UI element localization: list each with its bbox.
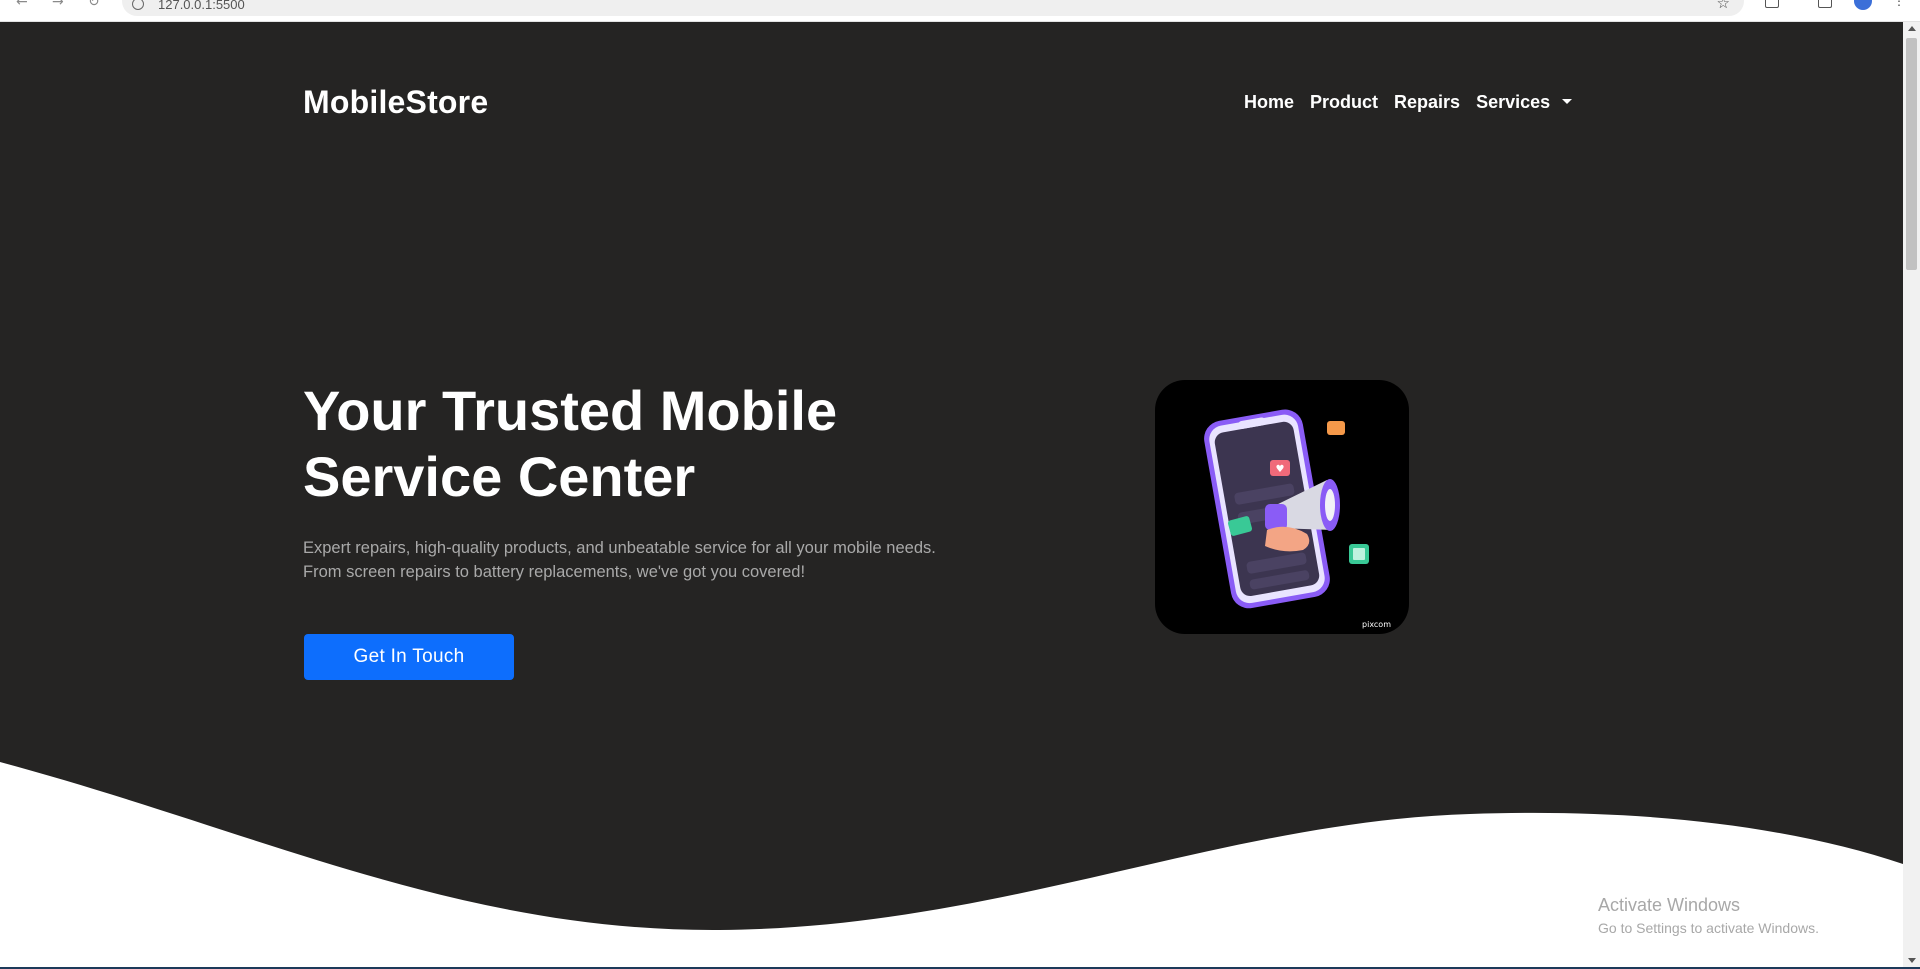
nav-link-home[interactable]: Home [1236,87,1302,117]
illustration-graphic: ♥ pixcom [1204,409,1391,629]
page-scrollbar[interactable] [1903,22,1920,967]
chevron-down-icon [1562,98,1573,104]
page-viewport: MobileStore Home Product Repairs Service… [0,22,1903,967]
phone-megaphone-illustration: ♥ pixcom [1155,380,1409,634]
nav-link-repairs[interactable]: Repairs [1386,87,1468,117]
address-bar[interactable]: 127.0.0.1:5500 ☆ [122,0,1744,16]
hero-subtext: Expert repairs, high-quality products, a… [303,539,936,581]
brand-logo-link[interactable]: MobileStore [303,84,488,121]
scroll-up-icon[interactable] [1908,26,1916,31]
bookmark-star-icon[interactable]: ☆ [1717,0,1730,12]
back-icon[interactable]: ← [16,0,28,10]
hero-wave-divider [0,762,1903,967]
scrollbar-thumb[interactable] [1906,38,1917,270]
nav-link-product[interactable]: Product [1302,87,1386,117]
hero-headline: Your Trusted Mobile Service Center [303,379,838,508]
profile-avatar[interactable] [1854,0,1872,10]
illustration-watermark: pixcom [1362,620,1391,629]
get-in-touch-button[interactable]: Get In Touch [304,634,514,680]
svg-text:♥: ♥ [1276,464,1285,475]
extensions-icon[interactable] [1765,0,1779,8]
scroll-down-icon[interactable] [1908,958,1916,963]
nav-dropdown-services-label: Services [1476,92,1551,112]
browser-toolbar: ← → ↻ 127.0.0.1:5500 ☆ ⋮ [0,0,1920,22]
reload-icon[interactable]: ↻ [88,0,100,10]
main-nav: Home Product Repairs Services [1236,87,1580,117]
activate-windows-title: Activate Windows [1598,895,1741,915]
nav-dropdown-services[interactable]: Services [1468,87,1580,117]
activate-windows-subtitle: Go to Settings to activate Windows. [1598,920,1819,936]
hero-section: MobileStore Home Product Repairs Service… [0,22,1903,967]
download-icon[interactable] [1818,0,1832,8]
browser-menu-icon[interactable]: ⋮ [1893,0,1905,8]
site-info-icon[interactable] [132,0,144,10]
forward-icon[interactable]: → [52,0,64,10]
address-bar-url[interactable]: 127.0.0.1:5500 [158,0,245,12]
